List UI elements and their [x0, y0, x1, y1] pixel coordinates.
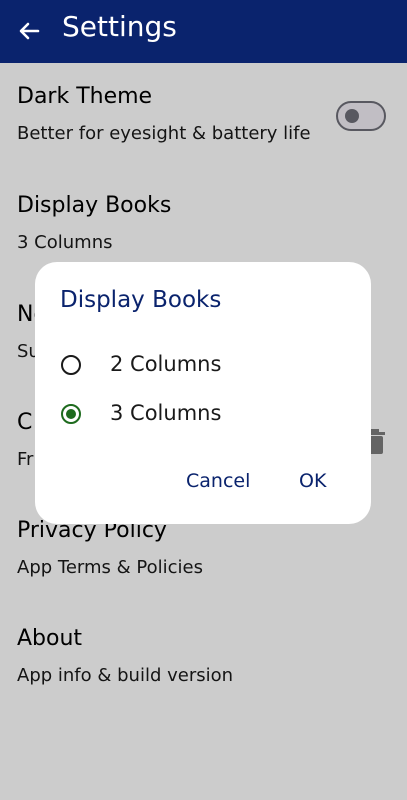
dialog-title: Display Books [60, 287, 222, 313]
option-label: 2 Columns [110, 352, 222, 376]
arrow-back-icon[interactable] [14, 16, 44, 46]
option-label: 3 Columns [110, 401, 222, 425]
radio-button[interactable] [61, 355, 81, 375]
option-3-columns[interactable]: 3 Columns [60, 397, 340, 431]
ok-button[interactable]: OK [299, 466, 326, 496]
cancel-button[interactable]: Cancel [186, 466, 250, 496]
option-2-columns[interactable]: 2 Columns [60, 348, 340, 382]
page-title: Settings [62, 10, 177, 43]
radio-button-selected[interactable] [61, 404, 81, 424]
display-books-dialog: Display Books 2 Columns 3 Columns Cancel… [35, 262, 371, 524]
app-bar: Settings [0, 0, 407, 63]
